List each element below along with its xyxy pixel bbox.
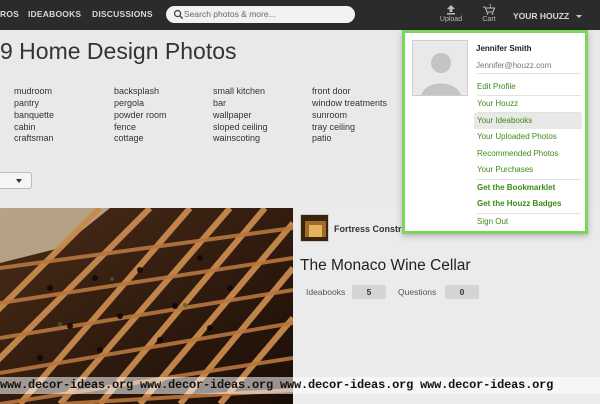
tag-link[interactable]: patio bbox=[312, 133, 332, 143]
menu-item-your-ideabooks[interactable]: Your Ideabooks bbox=[474, 113, 582, 129]
menu-item-your-houzz[interactable]: Your Houzz bbox=[474, 96, 582, 112]
tag-link[interactable]: banquette bbox=[14, 110, 54, 120]
tag-link[interactable]: front door bbox=[312, 86, 351, 96]
menu-item-get-bookmarklet[interactable]: Get the Bookmarklet bbox=[474, 180, 582, 196]
tag-link[interactable]: pergola bbox=[114, 98, 144, 108]
sort-dropdown[interactable] bbox=[0, 172, 32, 189]
nav-discussions[interactable]: DISCUSSIONS bbox=[92, 9, 153, 19]
page-title: 9 Home Design Photos bbox=[0, 38, 237, 64]
firm-thumbnail-image bbox=[301, 215, 328, 241]
tag-link[interactable]: cabin bbox=[14, 122, 36, 132]
cart-label: Cart bbox=[482, 16, 496, 23]
wine-cellar-photo[interactable] bbox=[0, 208, 293, 404]
nav-photos[interactable]: ROS bbox=[0, 9, 19, 19]
watermark-text: www.decor-ideas.org www.decor-ideas.org … bbox=[0, 378, 554, 392]
photo-info-panel bbox=[293, 208, 600, 404]
cart-button[interactable]: 1 Cart bbox=[474, 4, 504, 23]
user-email: Jennifer@houzz.com bbox=[476, 61, 552, 70]
tag-link[interactable]: bar bbox=[213, 98, 226, 108]
user-name: Jennifer Smith bbox=[476, 44, 532, 53]
tag-link[interactable]: sunroom bbox=[312, 110, 347, 120]
your-houzz-menu-toggle[interactable]: YOUR HOUZZ bbox=[513, 11, 569, 21]
questions-count[interactable]: 0 bbox=[445, 285, 479, 299]
ideabooks-label: Ideabooks bbox=[306, 287, 346, 297]
tag-link[interactable]: craftsman bbox=[14, 133, 54, 143]
firm-thumbnail[interactable] bbox=[300, 214, 329, 242]
menu-item-recommended-photos[interactable]: Recommended Photos bbox=[474, 146, 582, 162]
tag-link[interactable]: sloped ceiling bbox=[213, 122, 268, 132]
cart-icon: 1 bbox=[483, 4, 496, 15]
firm-name[interactable]: Fortress Constr bbox=[334, 224, 402, 234]
menu-item-your-uploaded-photos[interactable]: Your Uploaded Photos bbox=[474, 129, 582, 145]
search-icon bbox=[173, 9, 184, 20]
chevron-down-icon bbox=[16, 179, 22, 183]
menu-item-sign-out[interactable]: Sign Out bbox=[474, 214, 582, 230]
tag-link[interactable]: wallpaper bbox=[213, 110, 252, 120]
tag-link[interactable]: window treatments bbox=[312, 98, 387, 108]
ideabooks-count[interactable]: 5 bbox=[352, 285, 386, 299]
questions-label: Questions bbox=[398, 287, 437, 297]
upload-button[interactable]: Upload bbox=[436, 4, 466, 23]
menu-item-edit-profile[interactable]: Edit Profile bbox=[474, 79, 582, 95]
tag-link[interactable]: powder room bbox=[114, 110, 167, 120]
avatar[interactable] bbox=[412, 40, 468, 96]
tag-link[interactable]: pantry bbox=[14, 98, 39, 108]
tag-link[interactable]: tray ceiling bbox=[312, 122, 355, 132]
search-input[interactable]: Search photos & more... bbox=[166, 6, 355, 23]
tag-link[interactable]: backsplash bbox=[114, 86, 159, 96]
user-placeholder-icon bbox=[413, 41, 467, 95]
tag-link[interactable]: fence bbox=[114, 122, 136, 132]
photo-image bbox=[0, 208, 293, 404]
upload-icon bbox=[447, 5, 455, 15]
tag-link[interactable]: cottage bbox=[114, 133, 144, 143]
top-nav-bar: ROS IDEABOOKS DISCUSSIONS Search photos … bbox=[0, 0, 600, 30]
upload-label: Upload bbox=[439, 16, 463, 23]
tag-link[interactable]: wainscoting bbox=[213, 133, 260, 143]
chevron-down-icon[interactable] bbox=[576, 15, 582, 18]
tag-link[interactable]: mudroom bbox=[14, 86, 52, 96]
tag-link[interactable]: small kitchen bbox=[213, 86, 265, 96]
photo-title: The Monaco Wine Cellar bbox=[300, 257, 471, 274]
divider bbox=[477, 73, 581, 74]
menu-item-your-purchases[interactable]: Your Purchases bbox=[474, 162, 582, 178]
user-menu-dropdown: Jennifer Smith Jennifer@houzz.com Edit P… bbox=[402, 30, 588, 234]
search-placeholder: Search photos & more... bbox=[184, 9, 276, 19]
nav-ideabooks[interactable]: IDEABOOKS bbox=[28, 9, 81, 19]
menu-item-get-badges[interactable]: Get the Houzz Badges bbox=[474, 196, 582, 212]
cart-count: 1 bbox=[489, 4, 492, 10]
